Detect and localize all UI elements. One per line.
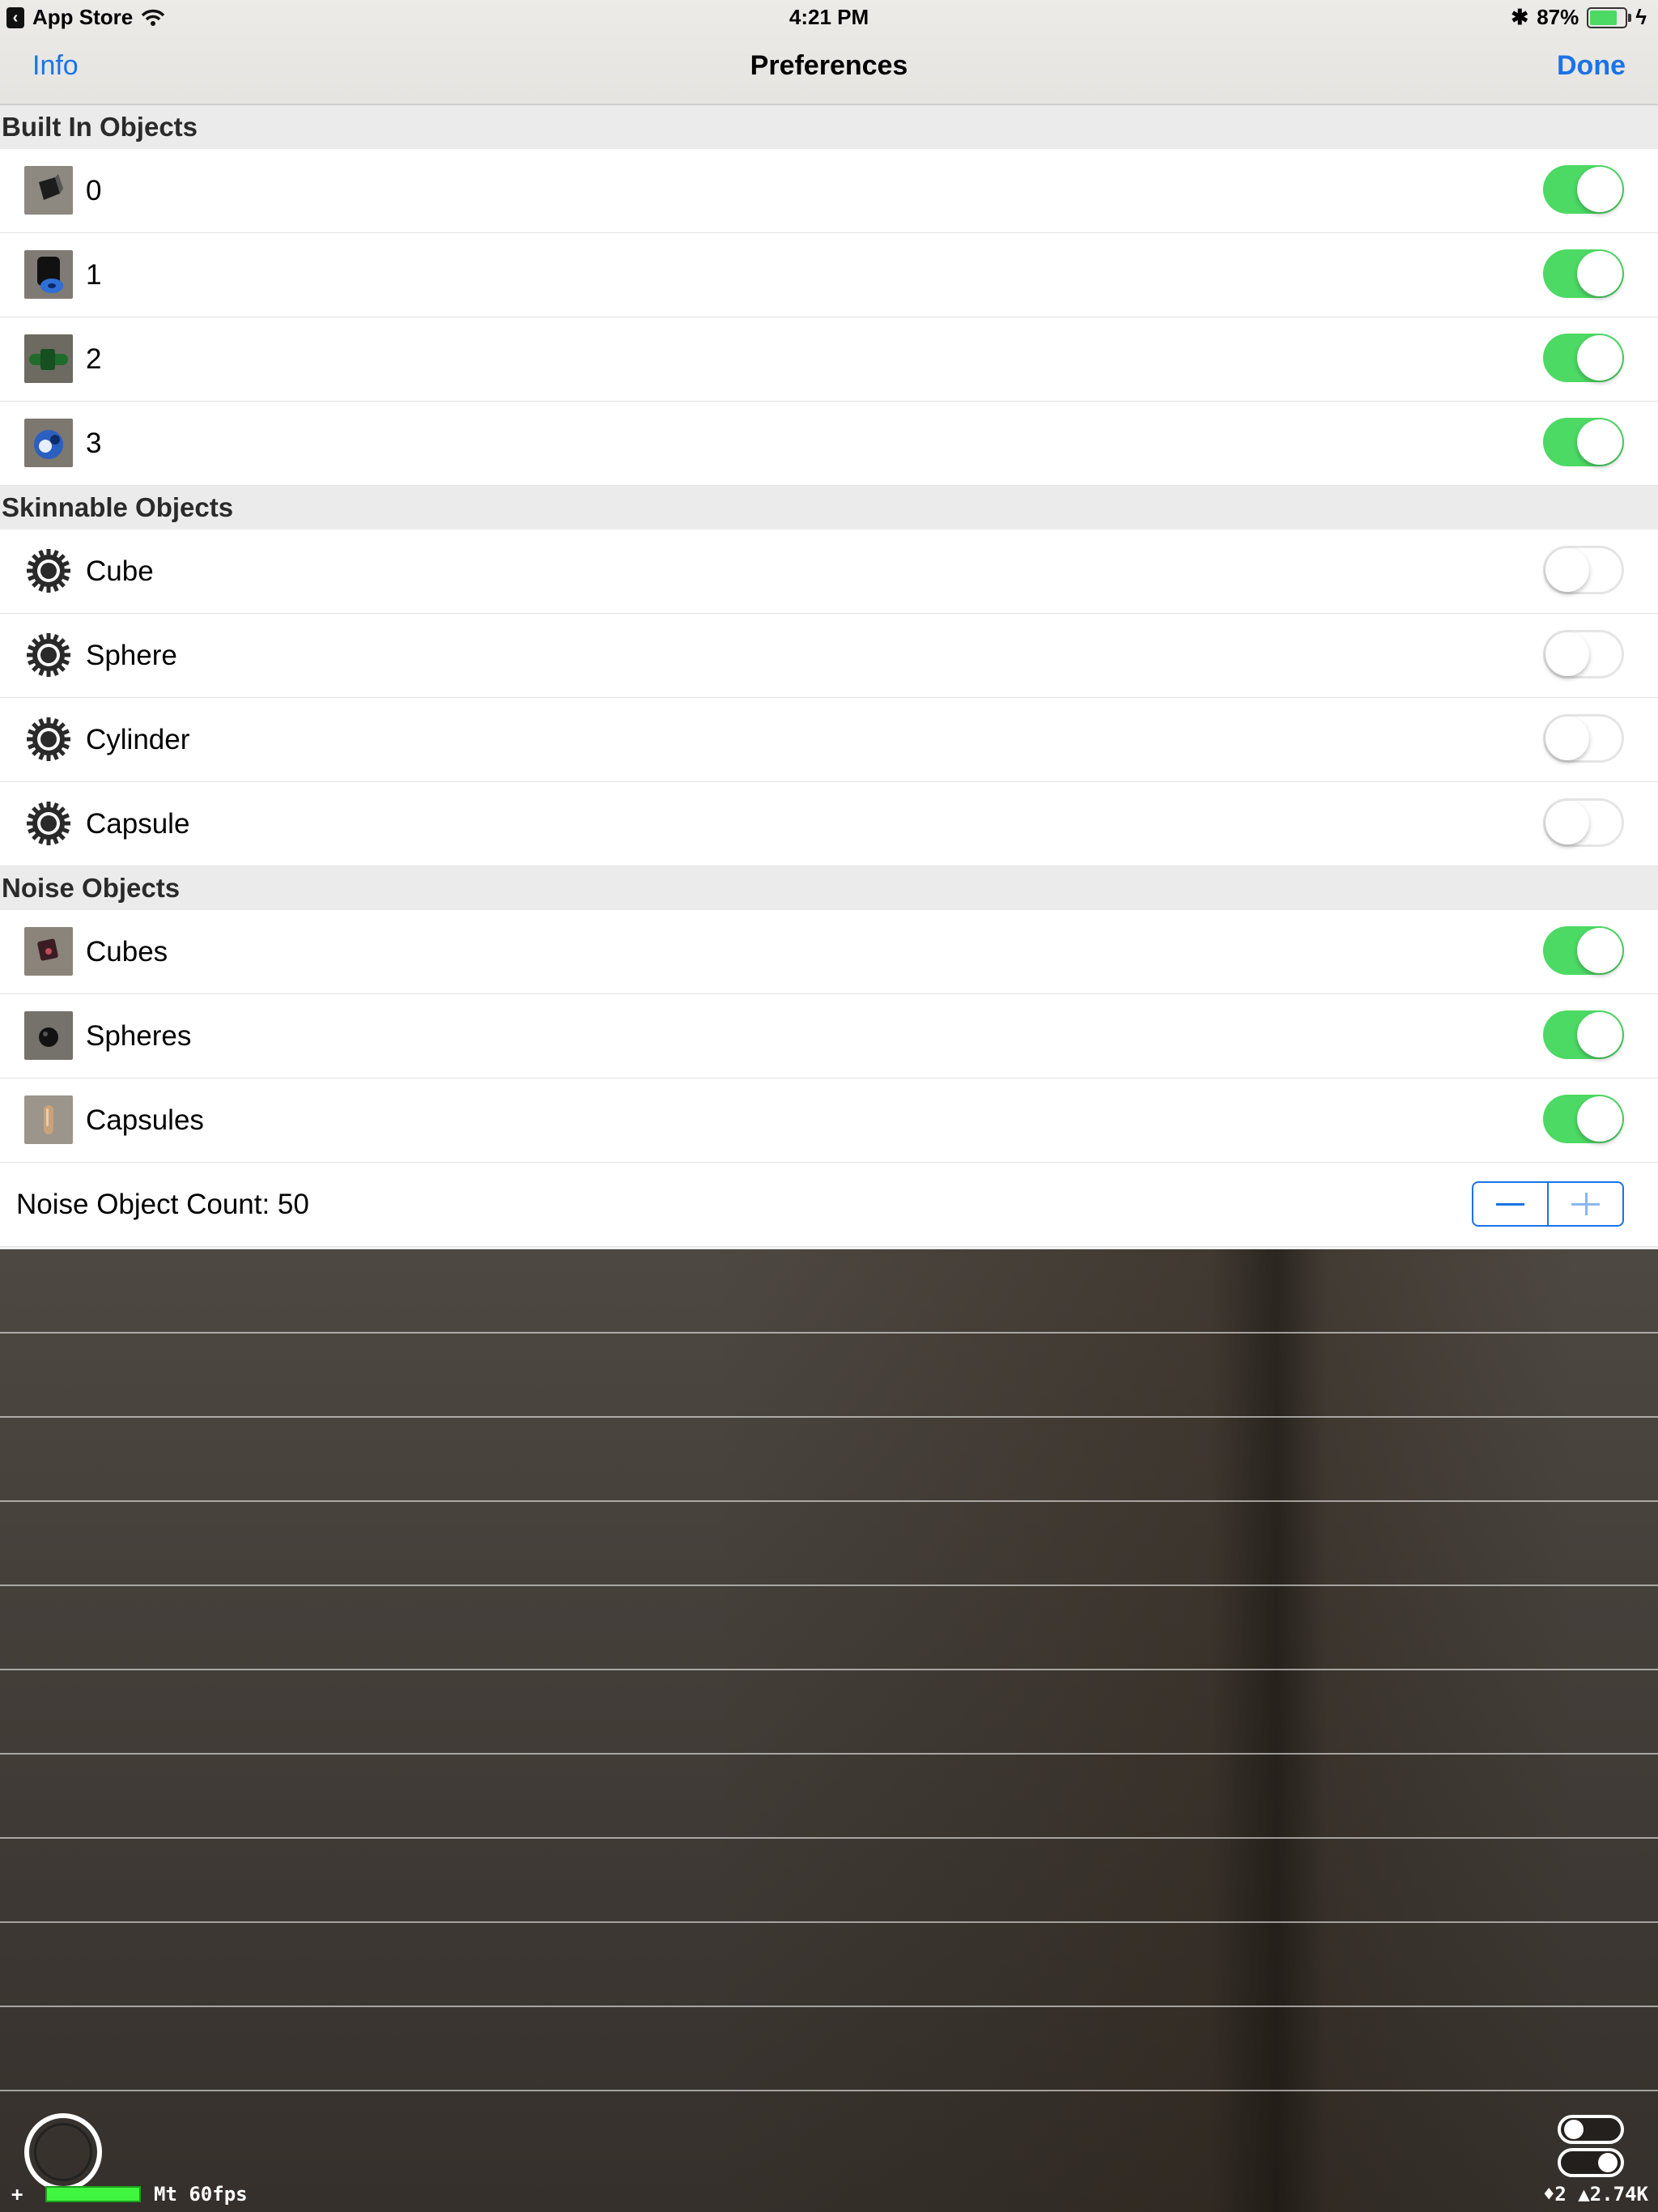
object-toggle[interactable]: [1543, 334, 1624, 382]
object-toggle[interactable]: [1543, 546, 1624, 594]
row-label: 3: [86, 428, 102, 459]
section-header-skinnable: Skinnable Objects: [0, 486, 1658, 530]
grid-line: [0, 1669, 1658, 1670]
grid-line: [0, 1500, 1658, 1502]
gear-icon: [27, 633, 70, 677]
row-label: Capsules: [86, 1104, 204, 1136]
row-label: 1: [86, 259, 102, 291]
row-label: Sphere: [86, 640, 177, 671]
list-item: Capsules: [0, 1078, 1658, 1163]
object-toggle[interactable]: [1543, 249, 1624, 298]
row-label: 2: [86, 343, 102, 375]
section-header-noise: Noise Objects: [0, 866, 1658, 910]
list-item: Spheres: [0, 994, 1658, 1078]
row-label: 0: [86, 175, 102, 206]
list-item: Cylinder: [0, 698, 1658, 782]
list-item: Cubes: [0, 910, 1658, 994]
navigation-bar: ‹ App Store 4:21 PM ✱ 87% ϟ Info Prefere…: [0, 0, 1658, 105]
torus-object-icon: [24, 419, 73, 467]
perf-plus: +: [11, 2183, 23, 2206]
noise-count-stepper: [1472, 1181, 1624, 1227]
toggle-knob: [1577, 167, 1622, 212]
toggle-knob: [1545, 632, 1589, 676]
grid-line: [0, 1837, 1658, 1839]
list-item: 1: [0, 233, 1658, 317]
noise-spheres-icon: [24, 1011, 73, 1060]
section-header-built-in: Built In Objects: [0, 105, 1658, 149]
object-toggle[interactable]: [1543, 165, 1624, 214]
charging-icon: ϟ: [1635, 5, 1647, 29]
fps-meter: [45, 2186, 141, 2202]
done-button[interactable]: Done: [1557, 50, 1626, 82]
object-toggle[interactable]: [1543, 798, 1624, 847]
row-label: Cylinder: [86, 724, 190, 755]
grid-line: [0, 1585, 1658, 1586]
toggle-knob: [1564, 2120, 1584, 2139]
row-label: Cubes: [86, 936, 168, 968]
status-right: ✱ 87% ϟ: [1511, 5, 1647, 30]
noise-cubes-icon: [24, 927, 73, 976]
increment-button[interactable]: [1549, 1183, 1622, 1225]
row-label: Spheres: [86, 1020, 192, 1052]
battery-percent: 87%: [1537, 5, 1579, 29]
gear-icon: [27, 717, 70, 761]
cube-object-icon: [24, 166, 73, 215]
list-item: 2: [0, 317, 1658, 402]
page-title: Preferences: [750, 50, 908, 81]
battery-icon: [1587, 6, 1632, 28]
fps-label: Mt 60fps: [154, 2183, 248, 2206]
noise-capsules-icon: [24, 1095, 73, 1144]
object-toggle[interactable]: [1543, 1010, 1624, 1059]
object-toggle[interactable]: [1543, 418, 1624, 466]
toggle-knob: [1577, 251, 1622, 296]
grid-line: [0, 1416, 1658, 1418]
list-item: Sphere: [0, 614, 1658, 698]
grid-line: [0, 2090, 1658, 2091]
grid-line: [0, 2006, 1658, 2007]
list-item: 0: [0, 149, 1658, 233]
record-button-inner: [34, 2123, 92, 2181]
toggle-knob: [1545, 717, 1589, 760]
toggle-knob: [1545, 548, 1589, 592]
gear-icon: [27, 802, 70, 845]
row-label: Capsule: [86, 808, 190, 840]
overlay-toggle-off[interactable]: [1558, 2115, 1624, 2144]
preferences-table: Built In Objects 0 1 2 3 Skinnable Objec…: [0, 105, 1658, 1247]
list-item: Capsule: [0, 782, 1658, 866]
toggle-knob: [1577, 1012, 1622, 1057]
performance-overlay: + Mt 60fps ♦2 ▲2.74K: [0, 2180, 1658, 2212]
list-item: Cube: [0, 530, 1658, 614]
toggle-knob: [1577, 1096, 1622, 1142]
scene-stats: ♦2 ▲2.74K: [1542, 2183, 1648, 2206]
row-label: Cube: [86, 555, 154, 587]
toggle-knob: [1577, 928, 1622, 973]
noise-count-label: Noise Object Count: 50: [16, 1189, 309, 1220]
grid-line: [0, 1753, 1658, 1755]
decrement-button[interactable]: [1473, 1183, 1549, 1225]
minus-icon: [1496, 1203, 1524, 1206]
gear-icon: [27, 549, 70, 593]
bluetooth-icon: ✱: [1511, 5, 1529, 29]
cylinder-object-icon: [24, 250, 73, 299]
object-toggle[interactable]: [1543, 630, 1624, 678]
plus-icon-vertical: [1585, 1193, 1588, 1215]
toggle-knob: [1577, 335, 1622, 381]
status-time: 4:21 PM: [789, 5, 869, 29]
toggle-knob: [1577, 419, 1622, 465]
grid-line: [0, 1921, 1658, 1923]
toggle-knob: [1598, 2153, 1618, 2172]
battery-fill: [1590, 10, 1618, 25]
object-toggle[interactable]: [1543, 1095, 1624, 1143]
object-toggle[interactable]: [1543, 926, 1624, 975]
toggle-knob: [1545, 801, 1589, 844]
overlay-toggle-on[interactable]: [1558, 2148, 1624, 2177]
noise-count-row: Noise Object Count: 50: [0, 1163, 1658, 1247]
object-toggle[interactable]: [1543, 714, 1624, 763]
list-item: 3: [0, 402, 1658, 486]
capsule-object-icon: [24, 334, 73, 383]
camera-background: [0, 1249, 1658, 2212]
grid-line: [0, 1332, 1658, 1334]
